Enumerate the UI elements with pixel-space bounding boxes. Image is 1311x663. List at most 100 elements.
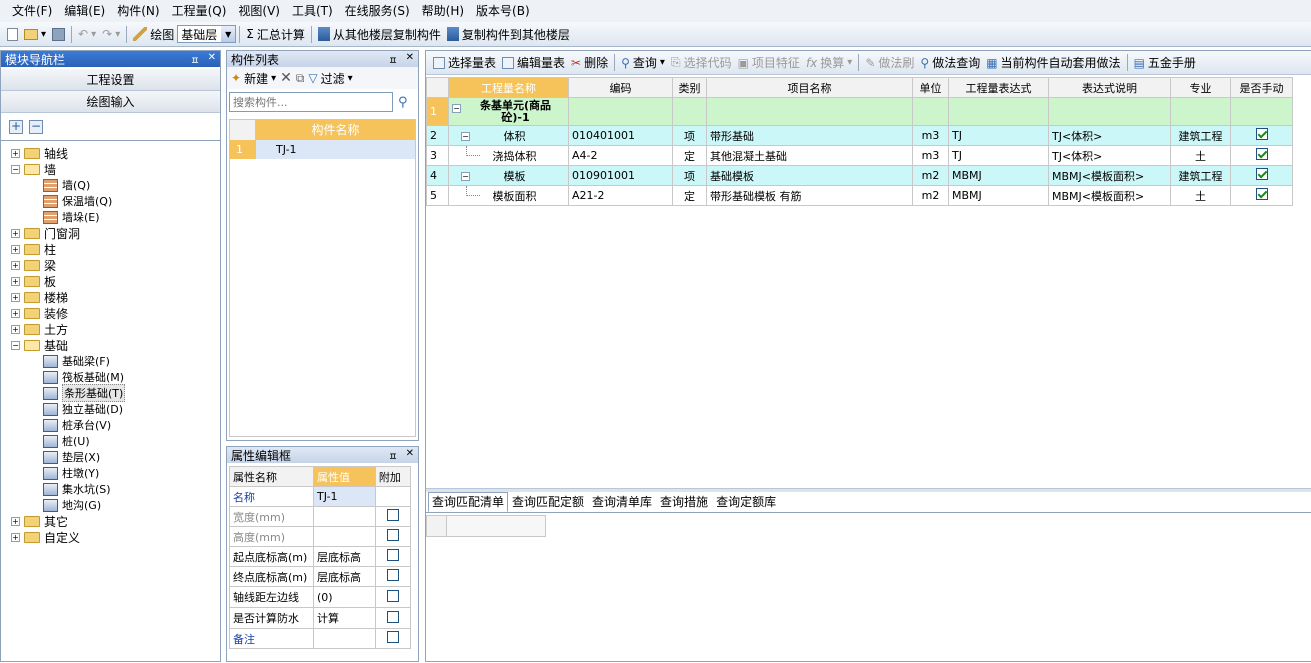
- quantity-cell-expr[interactable]: TJ: [948, 145, 1049, 166]
- quantity-cell-code[interactable]: 010401001: [568, 125, 673, 146]
- quantity-cell-name[interactable]: 浇捣体积: [448, 145, 569, 166]
- expand-icon[interactable]: +: [11, 516, 20, 526]
- query-tab[interactable]: 查询匹配清单: [428, 492, 509, 512]
- quantity-cell-desc[interactable]: TJ<体积>: [1048, 125, 1171, 146]
- property-row[interactable]: 是否计算防水 计算: [229, 607, 412, 629]
- pin-icon[interactable]: ㅍ: [388, 52, 397, 67]
- draw-button[interactable]: 绘图: [130, 24, 177, 45]
- tree-item[interactable]: 独立基础(D): [1, 401, 220, 417]
- menu-item[interactable]: 工程量(Q): [166, 0, 233, 22]
- tree-item[interactable]: + 楼梯: [1, 289, 220, 305]
- quantity-cell-code[interactable]: [568, 97, 673, 126]
- expand-icon[interactable]: +: [11, 276, 20, 286]
- expand-all-icon[interactable]: +: [9, 120, 23, 134]
- query-button[interactable]: ⚲ 查询 ▾: [618, 52, 668, 73]
- save-button[interactable]: [49, 24, 68, 45]
- menu-item[interactable]: 帮助(H): [416, 0, 470, 22]
- property-value[interactable]: [313, 628, 376, 649]
- collapse-icon[interactable]: −: [11, 164, 20, 174]
- quantity-cell-expr[interactable]: [948, 97, 1049, 126]
- copy-component-icon[interactable]: ⧉: [296, 71, 305, 86]
- query-tab[interactable]: 查询清单库: [588, 492, 656, 512]
- quantity-cell-cat[interactable]: 定: [672, 145, 707, 166]
- undo-button[interactable]: ↶ ▾: [75, 24, 99, 45]
- menu-item[interactable]: 在线服务(S): [339, 0, 416, 22]
- quantity-cell-cat[interactable]: [672, 97, 707, 126]
- quantity-cell-code[interactable]: 010901001: [568, 165, 673, 186]
- property-value[interactable]: 层底标高: [313, 546, 376, 567]
- tree-item[interactable]: 地沟(G): [1, 497, 220, 513]
- quantity-cell-unit[interactable]: m2: [912, 165, 949, 186]
- method-query-button[interactable]: ⚲ 做法查询: [917, 52, 983, 73]
- quantity-row[interactable]: 4− 模板 010901001 项基础模板 m2 MBMJ MBMJ<模板面积> 建筑工程: [426, 165, 1293, 186]
- menu-item[interactable]: 视图(V): [232, 0, 286, 22]
- quantity-cell-item[interactable]: 基础模板: [706, 165, 913, 186]
- quantity-cell-unit[interactable]: m3: [912, 125, 949, 146]
- property-value[interactable]: TJ-1: [313, 486, 376, 507]
- quantity-header[interactable]: 是否手动: [1230, 77, 1293, 98]
- quantity-header[interactable]: 项目名称: [706, 77, 913, 98]
- tree-item[interactable]: − 墙: [1, 161, 220, 177]
- tree-item[interactable]: + 土方: [1, 321, 220, 337]
- manual-checkbox[interactable]: [1255, 128, 1268, 140]
- quantity-row[interactable]: 3 浇捣体积 A4-2 定其他混凝土基础 m3 TJ TJ<体积> 土: [426, 145, 1293, 166]
- quantity-row[interactable]: 1− 条基单元(商品砼)-1: [426, 97, 1293, 126]
- quantity-cell-expr[interactable]: MBMJ: [948, 185, 1049, 206]
- delete-button[interactable]: ✂ 删除: [568, 52, 611, 73]
- pin-icon[interactable]: ㅍ: [190, 52, 199, 67]
- drawing-input-button[interactable]: 绘图输入: [1, 91, 220, 113]
- quantity-cell-major[interactable]: 土: [1170, 145, 1231, 166]
- quantity-cell-code[interactable]: A4-2: [568, 145, 673, 166]
- attach-checkbox[interactable]: [386, 569, 399, 581]
- collapse-all-icon[interactable]: −: [29, 120, 43, 134]
- convert-button[interactable]: fx 换算 ▾: [803, 52, 855, 73]
- property-value[interactable]: [313, 506, 376, 527]
- item-feature-button[interactable]: ▣ 项目特征: [735, 52, 803, 73]
- quantity-header[interactable]: 类别: [672, 77, 707, 98]
- quantity-header[interactable]: 专业: [1170, 77, 1231, 98]
- tree-item[interactable]: + 轴线: [1, 145, 220, 161]
- menu-item[interactable]: 编辑(E): [58, 0, 111, 22]
- expand-icon[interactable]: +: [11, 324, 20, 334]
- redo-button[interactable]: ↷ ▾: [99, 24, 123, 45]
- quantity-cell-major[interactable]: 建筑工程: [1170, 165, 1231, 186]
- tree-item[interactable]: 桩(U): [1, 433, 220, 449]
- quantity-cell-major[interactable]: 土: [1170, 185, 1231, 206]
- expand-icon[interactable]: +: [11, 228, 20, 238]
- close-icon[interactable]: ✕: [208, 52, 216, 67]
- attach-checkbox[interactable]: [386, 631, 399, 643]
- search-icon[interactable]: ⚲: [398, 95, 408, 110]
- tree-item[interactable]: − 基础: [1, 337, 220, 353]
- property-value[interactable]: 层底标高: [313, 566, 376, 587]
- component-row[interactable]: 1 TJ-1: [230, 140, 415, 159]
- quantity-cell-desc[interactable]: TJ<体积>: [1048, 145, 1171, 166]
- property-value[interactable]: [313, 526, 376, 547]
- quantity-row[interactable]: 5 模板面积 A21-2 定带形基础模板 有筋 m2 MBMJ MBMJ<模板面积> 土: [426, 185, 1293, 206]
- select-code-button[interactable]: ⎘ 选择代码: [668, 52, 735, 73]
- collapse-icon[interactable]: −: [461, 132, 470, 141]
- quantity-cell-expr[interactable]: TJ: [948, 125, 1049, 146]
- auto-apply-button[interactable]: ▦ 当前构件自动套用做法: [983, 52, 1123, 73]
- tree-item[interactable]: 垫层(X): [1, 449, 220, 465]
- close-icon[interactable]: ✕: [406, 448, 414, 463]
- tree-item[interactable]: 墙垛(E): [1, 209, 220, 225]
- edit-table-button[interactable]: 编辑量表: [499, 52, 568, 73]
- expand-icon[interactable]: +: [11, 308, 20, 318]
- hardware-manual-button[interactable]: ▤ 五金手册: [1131, 52, 1199, 73]
- sum-calc-button[interactable]: Σ 汇总计算: [243, 24, 308, 45]
- attach-checkbox[interactable]: [386, 549, 399, 561]
- quantity-cell-expr[interactable]: MBMJ: [948, 165, 1049, 186]
- quantity-cell-cat[interactable]: 项: [672, 165, 707, 186]
- filter-button[interactable]: ▽ 过滤 ▾: [308, 68, 352, 89]
- manual-checkbox[interactable]: [1255, 168, 1268, 180]
- tree-item[interactable]: 墙(Q): [1, 177, 220, 193]
- quantity-cell-desc[interactable]: MBMJ<模板面积>: [1048, 165, 1171, 186]
- tree-item[interactable]: + 自定义: [1, 529, 220, 545]
- attach-checkbox[interactable]: [386, 589, 399, 602]
- quantity-cell-cat[interactable]: 项: [672, 125, 707, 146]
- property-row[interactable]: 高度(mm): [229, 526, 412, 547]
- property-value[interactable]: 计算: [313, 607, 376, 629]
- expand-icon[interactable]: +: [11, 244, 20, 254]
- property-value[interactable]: (0): [313, 586, 376, 608]
- property-row[interactable]: 轴线距左边线 (0): [229, 586, 412, 608]
